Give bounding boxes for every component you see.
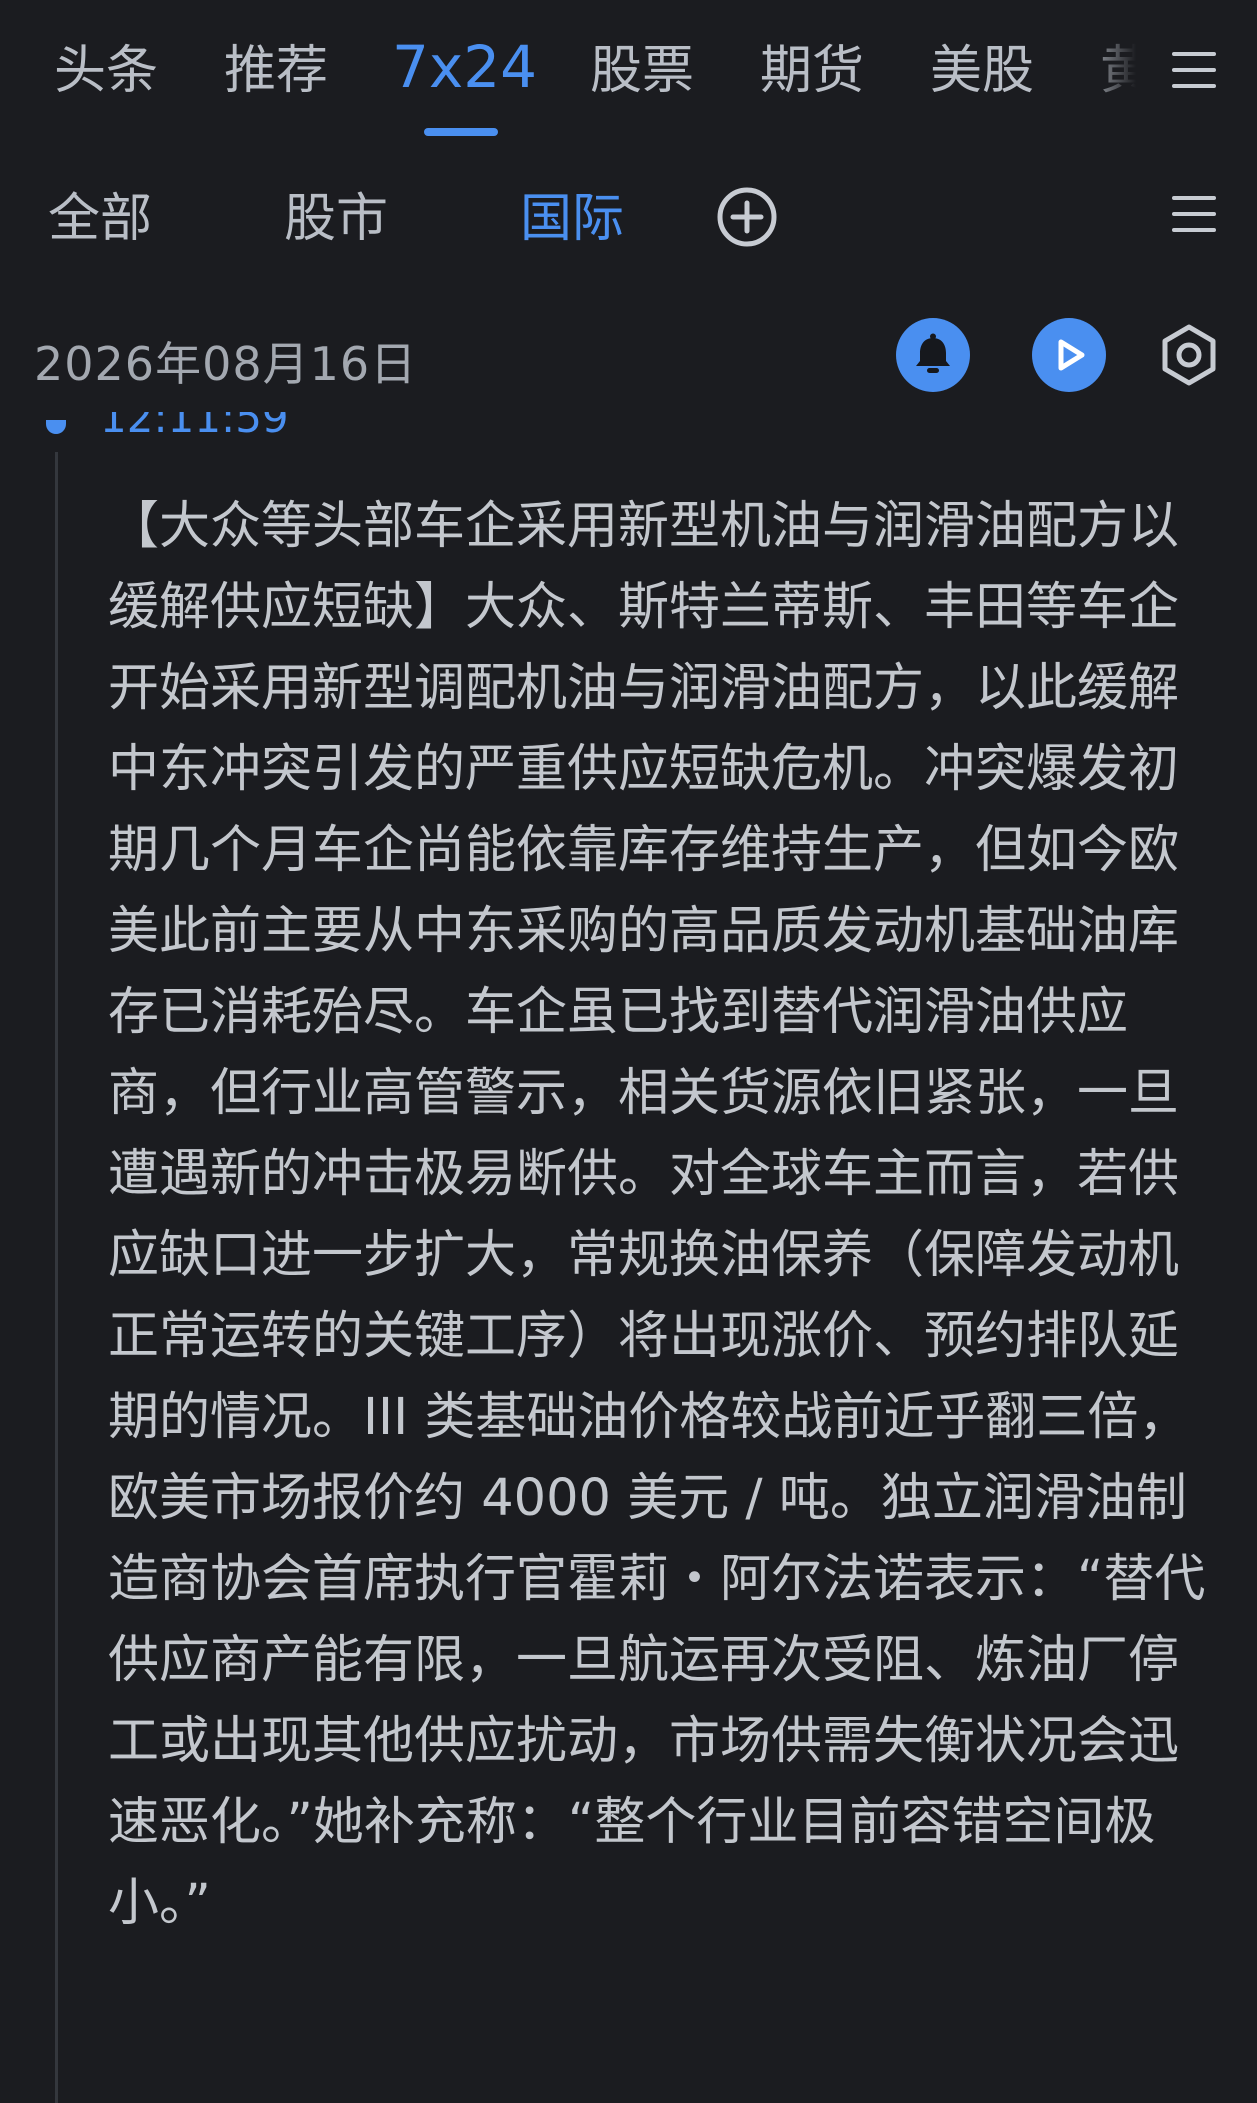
play-icon bbox=[1058, 339, 1085, 371]
timeline-dot bbox=[46, 420, 66, 434]
tab-recommended[interactable]: 推荐 bbox=[224, 36, 328, 106]
timeline-line bbox=[55, 452, 58, 2103]
subtab-stock-market[interactable]: 股市 bbox=[284, 184, 388, 254]
news-time-container: 12:11:59 bbox=[100, 412, 400, 450]
tab-stocks[interactable]: 股票 bbox=[590, 36, 694, 106]
subtab-international[interactable]: 国际 bbox=[520, 184, 624, 254]
tab-overflow-fade bbox=[1080, 20, 1160, 130]
date-header: 2026年08月16日 bbox=[34, 337, 418, 391]
play-button[interactable] bbox=[1032, 318, 1106, 392]
bell-icon bbox=[916, 333, 950, 373]
channel-menu-icon[interactable] bbox=[1172, 196, 1216, 232]
news-time: 12:11:59 bbox=[100, 412, 289, 442]
top-navigation: 头条 推荐 7x24 股票 期货 美股 黄 bbox=[0, 0, 1257, 150]
menu-icon[interactable] bbox=[1172, 52, 1216, 88]
subtab-all[interactable]: 全部 bbox=[48, 184, 152, 254]
news-content[interactable]: 【大众等头部车企采用新型机油与润滑油配方以缓解供应短缺】大众、斯特兰蒂斯、丰田等… bbox=[108, 486, 1218, 1944]
gear-icon[interactable] bbox=[1152, 318, 1226, 392]
tab-futures[interactable]: 期货 bbox=[760, 36, 864, 106]
active-tab-indicator bbox=[424, 128, 498, 136]
tab-7x24[interactable]: 7x24 bbox=[392, 32, 537, 102]
plus-circle-icon[interactable] bbox=[716, 186, 778, 248]
tab-us-stocks[interactable]: 美股 bbox=[930, 36, 1034, 106]
tab-headlines[interactable]: 头条 bbox=[54, 36, 158, 106]
bell-button[interactable] bbox=[896, 318, 970, 392]
